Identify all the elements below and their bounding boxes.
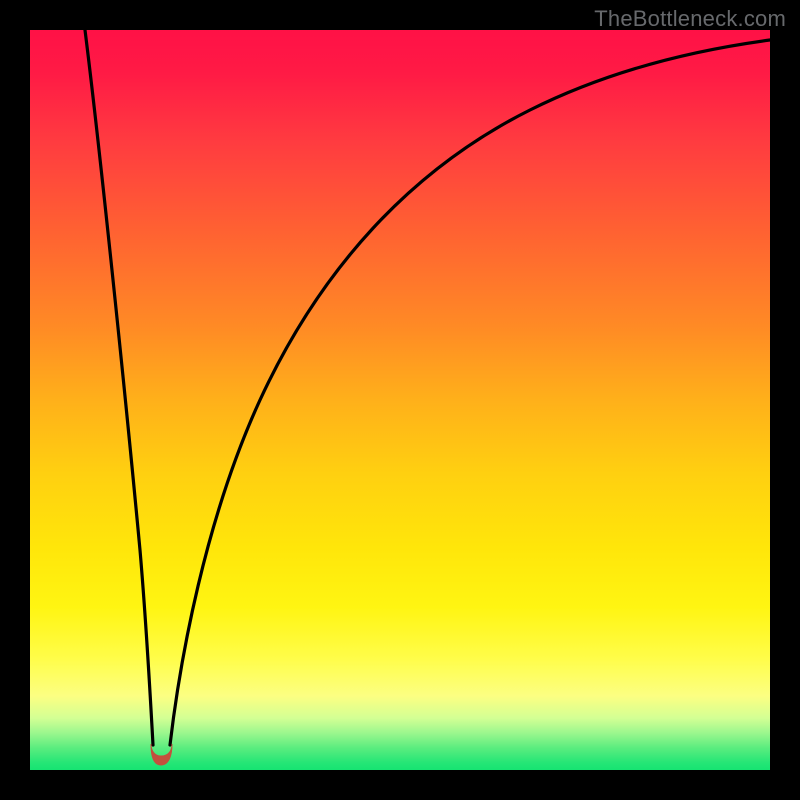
optimum-marker — [151, 744, 172, 765]
mismatch-curve-left — [85, 30, 153, 745]
plot-area — [30, 30, 770, 770]
chart-frame: TheBottleneck.com — [0, 0, 800, 800]
site-watermark: TheBottleneck.com — [594, 6, 786, 32]
mismatch-curve-right — [170, 40, 770, 745]
curve-layer — [30, 30, 770, 770]
